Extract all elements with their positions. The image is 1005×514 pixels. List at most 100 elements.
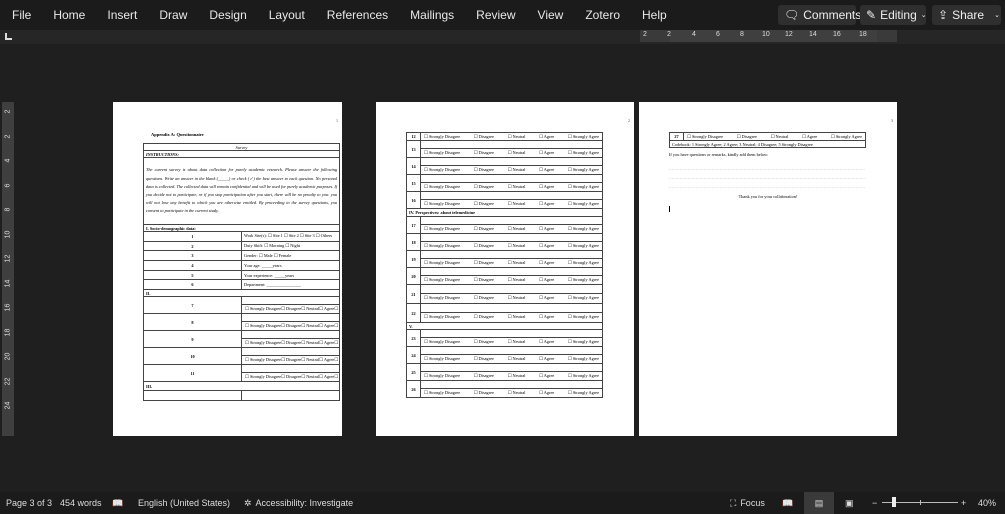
checkbox-icon[interactable]: ☐ — [508, 390, 512, 395]
checkbox-icon[interactable]: ☐ — [424, 295, 428, 300]
checkbox-icon[interactable]: ☐ — [568, 314, 572, 319]
checkbox-icon[interactable]: ☐ — [424, 277, 428, 282]
option-neutral[interactable]: ☐ Neutral — [301, 340, 319, 346]
option-agree[interactable]: ☐ Agree — [539, 356, 554, 362]
demographic-question[interactable]: Your age: _____years — [241, 260, 340, 271]
checkbox-icon[interactable]: ☐ — [245, 306, 249, 311]
checkbox-icon[interactable]: ☐ — [539, 295, 543, 300]
option-strongly-disagree[interactable]: ☐ Strongly Disagree — [424, 150, 460, 156]
menu-review[interactable]: Review — [465, 8, 526, 22]
menu-insert[interactable]: Insert — [96, 8, 148, 22]
checkbox-icon[interactable]: ☐ — [508, 314, 512, 319]
checkbox-icon[interactable]: ☐ — [334, 340, 338, 345]
option-strongly-disagree[interactable]: ☐ Strongly Disagree — [424, 167, 460, 173]
checkbox-icon[interactable]: ☐ — [508, 201, 512, 206]
option-disagree[interactable]: ☐ Disagree — [474, 226, 494, 232]
option-strongly-agree[interactable]: ☐ Strongly Agree — [568, 226, 599, 232]
option-agree[interactable]: ☐ Agree — [539, 390, 554, 396]
checkbox-icon[interactable]: ☐ — [474, 277, 478, 282]
answer-line[interactable]: …………………………………………………………………………………………………………… — [669, 164, 866, 173]
option-agree[interactable]: ☐ Agree — [539, 226, 554, 232]
checkbox-icon[interactable]: ☐ — [568, 184, 572, 189]
menu-view[interactable]: View — [527, 8, 575, 22]
checkbox-icon[interactable]: ☐ — [474, 339, 478, 344]
option-neutral[interactable]: ☐ Neutral — [508, 295, 526, 301]
page-1[interactable]: 1 Appendix A: Questionnaire Survey INSTRU… — [113, 102, 342, 436]
option-strongly-disagree[interactable]: ☐ Strongly Disagree — [424, 314, 460, 320]
checkbox-icon[interactable]: ☐ — [245, 323, 249, 328]
option-strongly-disagree[interactable]: ☐ Strongly Disagree — [424, 201, 460, 207]
option-disagree[interactable]: ☐ Disagree — [474, 167, 494, 173]
option-neutral[interactable]: ☐ Neutral — [508, 373, 526, 379]
checkbox-icon[interactable]: ☐ — [334, 357, 338, 362]
menu-mailings[interactable]: Mailings — [399, 8, 465, 22]
checkbox-icon[interactable]: ☐ — [319, 374, 323, 379]
zoom-out-button[interactable]: − — [872, 492, 877, 514]
comments-button[interactable]: 🗨 Comments — [778, 5, 861, 25]
option-strongly-disagree[interactable]: ☐ Strongly Disagree — [424, 243, 460, 249]
option-disagree[interactable]: ☐ Disagree — [474, 295, 494, 301]
zoom-slider[interactable] — [882, 492, 958, 514]
question-cell[interactable] — [420, 284, 603, 294]
option-disagree[interactable]: ☐ Disagree — [474, 314, 494, 320]
option-disagree[interactable]: ☐ Disagree — [474, 201, 494, 207]
checkbox-icon[interactable]: ☐ — [474, 167, 478, 172]
checkbox-icon[interactable]: ☐ — [301, 306, 305, 311]
checkbox-icon[interactable]: ☐ — [771, 134, 775, 139]
option-strongly-agree[interactable]: ☐ Strongly Agree — [568, 243, 599, 249]
checkbox-icon[interactable]: ☐ — [568, 356, 572, 361]
checkbox-icon[interactable]: ☐ — [319, 323, 323, 328]
option-strongly-agree[interactable]: ☐ Strongly Agree — [568, 277, 599, 283]
option-agree[interactable]: ☐ Agree — [539, 314, 554, 320]
option-strongly-disagree[interactable]: ☐ Strongly Disagree — [424, 390, 460, 396]
demographic-question[interactable]: Department: ________________ — [241, 279, 340, 291]
checkbox-icon[interactable]: ☐ — [539, 226, 543, 231]
option-strongly-agree[interactable]: ☐ Strongly Agree — [334, 306, 338, 312]
menu-references[interactable]: References — [316, 8, 399, 22]
checkbox-icon[interactable]: ☐ — [281, 323, 285, 328]
option-strongly-disagree[interactable]: ☐ Strongly Disagree — [245, 323, 281, 329]
demographic-question[interactable]: Gender: ☐ Male ☐ Female — [241, 250, 340, 262]
demographic-question[interactable]: Duty Shift: ☐ Morning ☐ Night — [241, 240, 340, 252]
menu-zotero[interactable]: Zotero — [574, 8, 631, 22]
option-neutral[interactable]: ☐ Neutral — [508, 243, 526, 249]
option-strongly-agree[interactable]: ☐ Strongly Agree — [568, 260, 599, 266]
checkbox-icon[interactable]: ☐ — [568, 373, 572, 378]
option-agree[interactable]: ☐ Agree — [539, 167, 554, 173]
option-agree[interactable]: ☐ Agree — [539, 201, 554, 207]
option-neutral[interactable]: ☐ Neutral — [508, 226, 526, 232]
checkbox-icon[interactable]: ☐ — [319, 340, 323, 345]
menu-design[interactable]: Design — [198, 8, 257, 22]
checkbox-icon[interactable]: ☐ — [687, 134, 691, 139]
option-strongly-agree[interactable]: ☐ Strongly Agree — [334, 374, 338, 380]
question-cell[interactable] — [241, 364, 340, 373]
question-cell[interactable] — [420, 174, 603, 183]
checkbox-icon[interactable]: ☐ — [474, 184, 478, 189]
option-disagree[interactable]: ☐ Disagree — [474, 243, 494, 249]
option-agree[interactable]: ☐ Agree — [539, 260, 554, 266]
checkbox-icon[interactable]: ☐ — [281, 374, 285, 379]
checkbox-icon[interactable]: ☐ — [424, 356, 428, 361]
option-strongly-disagree[interactable]: ☐ Strongly Disagree — [424, 134, 460, 140]
checkbox-icon[interactable]: ☐ — [539, 134, 543, 139]
option-agree[interactable]: ☐ Agree — [802, 134, 817, 140]
checkbox-icon[interactable]: ☐ — [474, 314, 478, 319]
question-cell[interactable] — [420, 216, 603, 225]
question-cell[interactable] — [241, 313, 340, 322]
print-layout-icon[interactable]: ▤ — [804, 492, 834, 514]
option-agree[interactable]: ☐ Agree — [539, 134, 554, 140]
menu-draw[interactable]: Draw — [148, 8, 198, 22]
checkbox-icon[interactable]: ☐ — [474, 356, 478, 361]
question-cell[interactable] — [420, 303, 603, 313]
menu-home[interactable]: Home — [42, 8, 96, 22]
checkbox-icon[interactable]: ☐ — [474, 373, 478, 378]
web-layout-icon[interactable]: ▣ — [845, 492, 854, 514]
question-cell[interactable] — [420, 267, 603, 276]
option-strongly-agree[interactable]: ☐ Strongly Agree — [568, 184, 599, 190]
checkbox-icon[interactable]: ☐ — [568, 201, 572, 206]
option-disagree[interactable]: ☐ Disagree — [281, 340, 301, 346]
option-strongly-disagree[interactable]: ☐ Strongly Disagree — [245, 374, 281, 380]
checkbox-icon[interactable]: ☐ — [568, 134, 572, 139]
checkbox-icon[interactable]: ☐ — [508, 295, 512, 300]
option-strongly-agree[interactable]: ☐ Strongly Agree — [568, 167, 599, 173]
